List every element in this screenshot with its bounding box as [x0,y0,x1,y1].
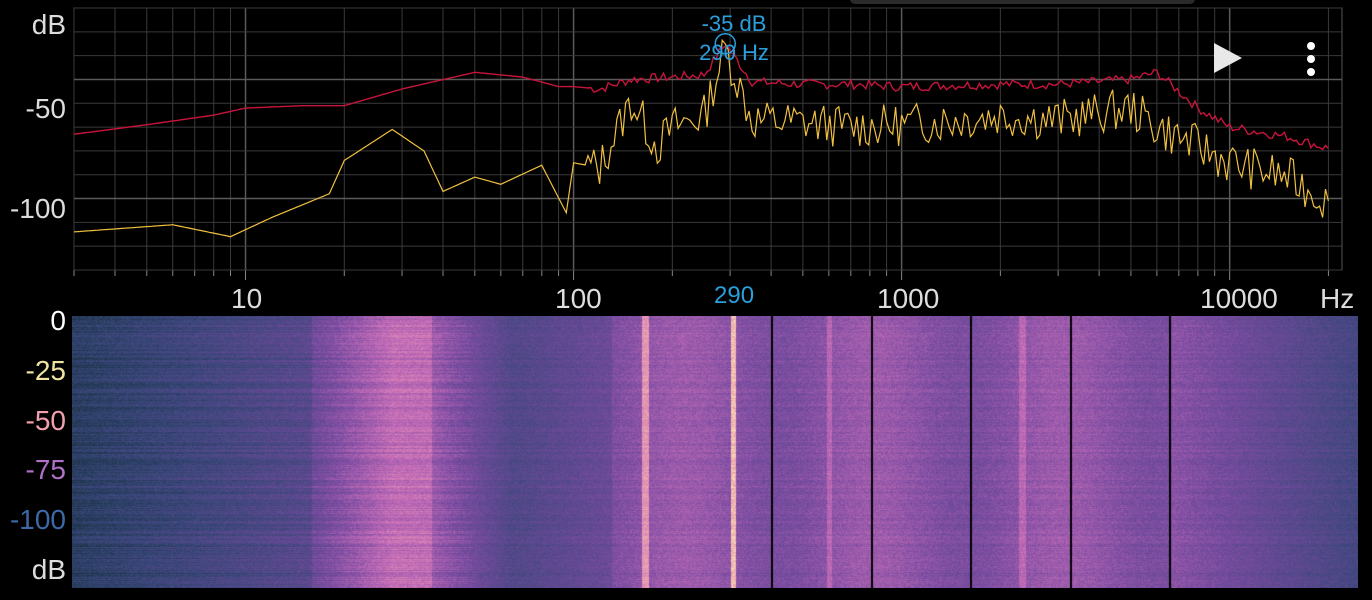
x-unit-label: Hz [1320,283,1355,314]
cursor-frequency-label: 290 [714,282,755,309]
spectrogram-waterfall [72,316,1358,588]
x-tick-label: 100 [555,283,602,314]
spectrogram-db-tick: -100 [9,504,66,535]
play-icon [1214,43,1242,73]
x-tick-label: 1000 [877,283,940,314]
spectrogram-db-tick: -75 [25,454,66,485]
y-unit-label: dB [31,9,66,40]
x-tick-label: 10000 [1200,283,1278,314]
x-tick-label: 10 [231,283,263,314]
peak-db-label: -35 dB [701,11,767,36]
spectrogram-db-tick: -50 [25,405,66,436]
y-tick-label: -50 [25,93,66,124]
spectrogram-unit-label: dB [31,554,66,585]
spectrogram-db-tick: -25 [25,355,66,386]
peak-hz-label: 290 Hz [699,40,769,65]
play-button[interactable] [1210,40,1246,76]
spectrum-line [73,38,1329,238]
spectrogram-db-tick: 0 [50,305,66,336]
y-tick-label: -100 [9,193,66,224]
more-options-button[interactable] [1296,40,1326,78]
